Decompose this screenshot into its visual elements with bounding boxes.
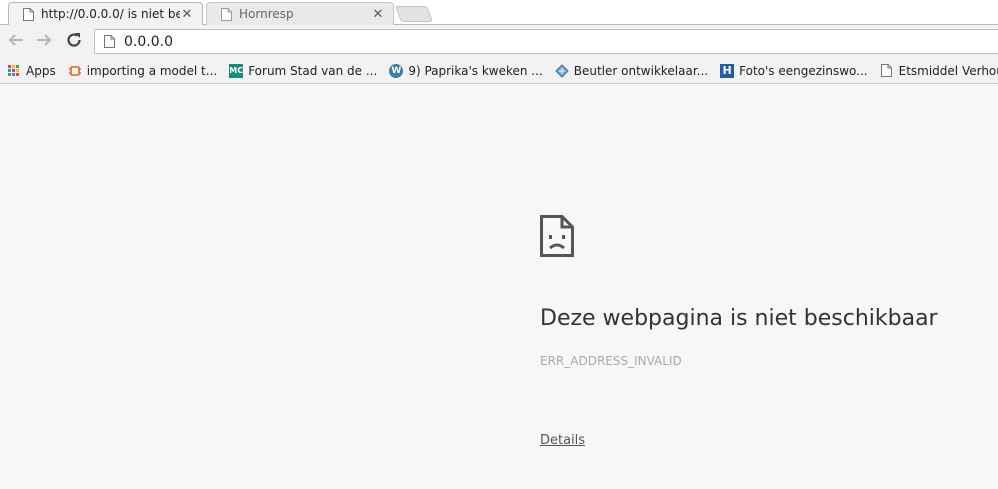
new-tab-button[interactable]	[395, 6, 433, 22]
h-logo-icon: H	[720, 63, 735, 78]
address-bar[interactable]: 0.0.0.0	[94, 29, 998, 54]
wordpress-icon: W	[389, 63, 404, 78]
page-icon	[21, 7, 35, 21]
error-title: Deze webpagina is niet beschikbaar	[540, 306, 938, 331]
reload-icon[interactable]	[64, 31, 84, 51]
tab-hornresp[interactable]: Hornresp ✕	[206, 2, 394, 25]
tab-strip: http://0.0.0.0/ is niet besch ✕ Hornresp…	[0, 0, 998, 25]
bookmark-paprikas[interactable]: W 9) Paprika's kweken ...	[389, 63, 543, 78]
mc-logo-icon: MC	[229, 63, 244, 78]
bookmark-label: Forum Stad van de ...	[248, 63, 378, 78]
close-icon[interactable]: ✕	[180, 7, 194, 22]
tab-active[interactable]: http://0.0.0.0/ is niet besch ✕	[8, 2, 203, 25]
tab-title: Hornresp	[239, 7, 294, 21]
bookmark-beutler[interactable]: Beutler ontwikkelaar...	[555, 64, 708, 78]
bookmark-etsmiddel[interactable]: Etsmiddel Verhoudi...	[880, 64, 998, 78]
tab-title: http://0.0.0.0/ is niet besch	[41, 7, 180, 21]
chip-icon	[68, 64, 82, 78]
arrow-right-icon[interactable]	[34, 31, 54, 51]
bookmark-importing-model[interactable]: importing a model t...	[68, 63, 218, 78]
apps-grid-icon	[7, 64, 21, 78]
close-icon[interactable]: ✕	[371, 7, 385, 22]
bookmark-apps[interactable]: Apps	[7, 64, 56, 78]
toolbar: 0.0.0.0	[0, 25, 998, 58]
page-icon	[219, 7, 233, 21]
arrow-left-icon[interactable]	[6, 31, 26, 51]
bookmark-forum-stad[interactable]: MC Forum Stad van de ...	[229, 63, 378, 78]
url-text: 0.0.0.0	[124, 33, 173, 50]
bookmarks-bar: Apps importing a model t... MC Forum Sta…	[0, 58, 998, 84]
page-icon	[880, 64, 894, 78]
details-link[interactable]: Details	[540, 433, 585, 448]
sad-page-icon	[540, 215, 574, 260]
beutler-icon	[555, 63, 569, 78]
bookmark-label: Foto's eengezinswo...	[739, 63, 868, 78]
page-icon	[102, 35, 116, 49]
bookmark-label: importing a model t...	[86, 63, 218, 78]
bookmark-fotos[interactable]: H Foto's eengezinswo...	[720, 63, 868, 78]
bookmark-label: Beutler ontwikkelaar...	[573, 63, 709, 78]
bookmark-label: Apps	[26, 63, 56, 78]
error-code: ERR_ADDRESS_INVALID	[540, 354, 682, 368]
bookmark-label: 9) Paprika's kweken ...	[408, 63, 543, 78]
bookmark-label: Etsmiddel Verhoudi...	[898, 63, 998, 78]
